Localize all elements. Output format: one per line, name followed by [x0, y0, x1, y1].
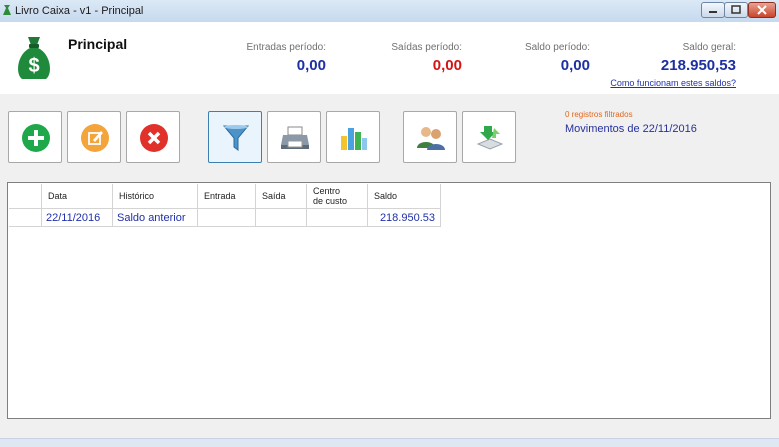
- users-icon: [417, 127, 445, 150]
- movements-table: Data Histórico Entrada Saída Centro de cu…: [9, 184, 441, 227]
- sync-icon: [476, 126, 504, 150]
- close-window-button[interactable]: [748, 2, 776, 18]
- delete-icon: [140, 124, 168, 152]
- stat-label-saidas: Saídas período:: [391, 42, 462, 53]
- stat-value-saldo-periodo: 0,00: [560, 57, 590, 74]
- print-icon: [281, 126, 309, 149]
- column-header-data[interactable]: Data: [41, 184, 113, 209]
- filter-icon: [222, 125, 250, 151]
- column-header-saldo[interactable]: Saldo: [367, 184, 441, 209]
- maximize-icon: [731, 5, 741, 14]
- print-button[interactable]: [267, 111, 321, 163]
- maximize-button[interactable]: [724, 2, 748, 18]
- filter-button[interactable]: [208, 111, 262, 163]
- cell-centro-custo[interactable]: [306, 208, 368, 227]
- stat-label-entradas: Entradas período:: [246, 42, 327, 53]
- column-header-historico[interactable]: Histórico: [112, 184, 198, 209]
- edit-icon: [81, 124, 109, 152]
- app-icon: [3, 5, 11, 15]
- edit-button[interactable]: [67, 111, 121, 163]
- svg-text:$: $: [28, 55, 39, 77]
- stat-value-entradas: 0,00: [296, 57, 326, 74]
- column-header-saida[interactable]: Saída: [255, 184, 307, 209]
- delete-button[interactable]: [126, 111, 180, 163]
- add-button[interactable]: [8, 111, 62, 163]
- chart-icon: [341, 128, 367, 150]
- filtered-count: 0 registros filtrados: [565, 110, 633, 119]
- cell-entrada[interactable]: [197, 208, 256, 227]
- row-header-corner: [9, 184, 42, 209]
- cell-saida[interactable]: [255, 208, 307, 227]
- page-title: Principal: [68, 36, 128, 52]
- minimize-button[interactable]: [701, 2, 725, 18]
- title-bar: Livro Caixa - v1 - Principal: [0, 0, 779, 23]
- cell-data[interactable]: 22/11/2016: [41, 208, 113, 227]
- cell-saldo[interactable]: 218.950.53: [367, 208, 441, 227]
- users-button[interactable]: [403, 111, 457, 163]
- sync-button[interactable]: [462, 111, 516, 163]
- window-title: Livro Caixa - v1 - Principal: [15, 5, 144, 17]
- stat-label-saldo-periodo: Saldo período:: [524, 42, 590, 53]
- saldos-help-link[interactable]: Como funcionam estes saldos?: [560, 78, 736, 88]
- stat-value-saldo-geral: 218.950,53: [660, 57, 736, 74]
- minimize-icon: [709, 11, 717, 13]
- column-header-entrada[interactable]: Entrada: [197, 184, 256, 209]
- stat-value-saidas: 0,00: [432, 57, 462, 74]
- movements-date: Movimentos de 22/11/2016: [565, 123, 697, 135]
- column-header-centro-custo[interactable]: Centro de custo: [306, 184, 368, 209]
- table-row[interactable]: 22/11/2016 Saldo anterior 218.950.53: [9, 208, 441, 227]
- cell-historico[interactable]: Saldo anterior: [112, 208, 198, 227]
- movements-grid[interactable]: Data Histórico Entrada Saída Centro de cu…: [7, 182, 771, 419]
- row-selector[interactable]: [9, 208, 42, 227]
- stat-label-saldo-geral: Saldo geral:: [682, 42, 736, 53]
- close-icon: [757, 5, 767, 15]
- money-bag-icon: $: [18, 37, 50, 79]
- table-header-row: Data Histórico Entrada Saída Centro de cu…: [9, 184, 441, 209]
- add-icon: [22, 124, 50, 152]
- chart-button[interactable]: [326, 111, 380, 163]
